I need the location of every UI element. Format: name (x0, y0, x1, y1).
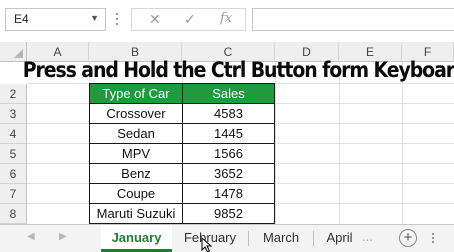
table-cell-sales[interactable]: 1445 (183, 124, 275, 144)
table-cell-sales[interactable]: 9852 (183, 204, 275, 224)
row-header-6[interactable]: 6 (0, 164, 27, 184)
row-header-8[interactable]: 8 (0, 204, 27, 224)
table-cell-type[interactable]: Coupe (89, 184, 183, 204)
table-header-sales[interactable]: Sales (183, 83, 275, 104)
row-header-2[interactable]: 2 (0, 84, 27, 104)
more-tabs-icon[interactable]: ... (362, 229, 373, 244)
sheet-tab-bar: ◀ ▶ January February March April ... + (0, 224, 454, 252)
mouse-cursor-icon (201, 237, 213, 252)
fx-icon[interactable]: fx (220, 11, 232, 26)
name-box[interactable]: E4 ▼ (5, 8, 106, 31)
table-cell-type[interactable]: Sedan (89, 124, 183, 144)
formula-buttons: ✕ ✓ fx (131, 8, 246, 31)
table-cell-sales[interactable]: 1478 (183, 184, 275, 204)
formula-bar-splitter[interactable] (116, 10, 119, 30)
close-icon[interactable]: ✕ (149, 11, 161, 28)
scroll-tabs-left-icon[interactable]: ◀ (27, 231, 35, 242)
table-cell-type[interactable]: Benz (89, 164, 183, 184)
table-cell-sales[interactable]: 4583 (183, 104, 275, 124)
formula-bar: E4 ▼ ✕ ✓ fx (0, 0, 454, 42)
table-cell-type[interactable]: Maruti Suzuki (89, 204, 183, 224)
table-cell-sales[interactable]: 1566 (183, 144, 275, 164)
table-cell-sales[interactable]: 3652 (183, 164, 275, 184)
sheet-tab-january[interactable]: January (101, 225, 172, 252)
table-cell-type[interactable]: MPV (89, 144, 183, 164)
chevron-down-icon[interactable]: ▼ (90, 13, 99, 23)
formula-input[interactable] (252, 8, 454, 31)
sheet-tab-march[interactable]: March (249, 225, 313, 251)
add-sheet-button[interactable]: + (399, 229, 417, 247)
checkmark-icon[interactable]: ✓ (184, 11, 196, 28)
row-header-7[interactable]: 7 (0, 184, 27, 204)
sheet-tab-april[interactable]: April (314, 225, 365, 251)
scrollbar-splitter[interactable] (432, 233, 435, 245)
row-header-5[interactable]: 5 (0, 144, 27, 164)
name-box-value: E4 (14, 12, 29, 26)
row-header-3[interactable]: 3 (0, 104, 27, 124)
table-cell-type[interactable]: Crossover (89, 104, 183, 124)
table-header-type[interactable]: Type of Car (89, 83, 183, 104)
scroll-tabs-right-icon[interactable]: ▶ (59, 231, 67, 242)
instruction-headline: Press and Hold the Ctrl Button form Keyb… (22, 58, 454, 82)
row-header-4[interactable]: 4 (0, 124, 27, 144)
